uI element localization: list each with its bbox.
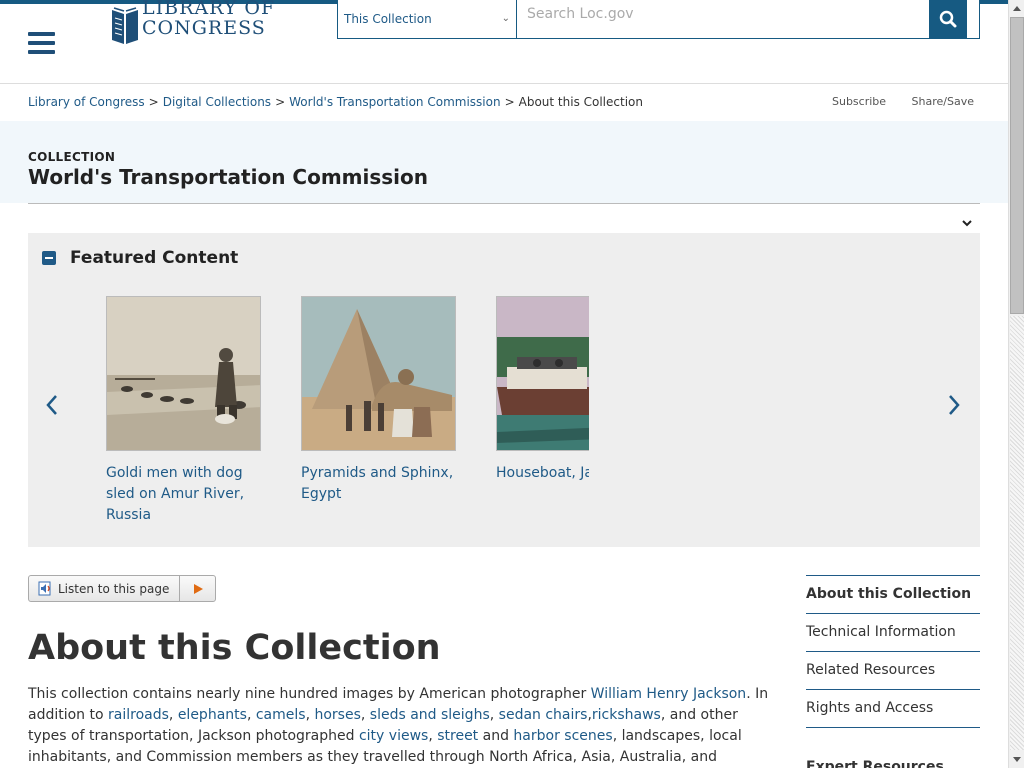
chevron-down-icon: ⌄: [501, 13, 510, 24]
search-input[interactable]: [518, 0, 930, 38]
menu-icon[interactable]: [28, 32, 55, 54]
chevron-down-icon[interactable]: [960, 216, 974, 230]
featured-card[interactable]: Goldi men with dog sled on Amur River, R…: [106, 296, 266, 526]
collection-title: World's Transportation Commission: [28, 165, 428, 189]
scrollbar-track[interactable]: [1010, 316, 1024, 750]
collection-description: This collection contains nearly nine hun…: [28, 684, 780, 768]
pyramids-photo[interactable]: [301, 296, 456, 451]
desc-text: ,: [246, 707, 256, 723]
link-elephants[interactable]: elephants: [178, 707, 247, 723]
subscribe-link[interactable]: Subscribe: [832, 95, 886, 108]
speaker-icon: [38, 581, 51, 596]
featured-caption[interactable]: Houseboat, Ja: [496, 463, 589, 484]
featured-content-title: Featured Content: [70, 248, 239, 268]
breadcrumb-current: About this Collection: [518, 95, 643, 109]
carousel-prev-icon[interactable]: [44, 393, 60, 417]
book-logo-icon: [112, 7, 138, 44]
desc-text: ,: [489, 707, 499, 723]
featured-card[interactable]: Pyramids and Sphinx, Egypt: [301, 296, 461, 505]
desc-text: and: [478, 728, 514, 744]
breadcrumb-separator: >: [275, 95, 286, 109]
library-logo[interactable]: LIBRARY OF CONGRESS: [110, 0, 285, 44]
scroll-down-arrow-icon[interactable]: [1009, 752, 1024, 768]
sidebar-item-related-resources[interactable]: Related Resources: [806, 651, 980, 689]
page-title: About this Collection: [28, 628, 441, 668]
link-city-views[interactable]: city views: [359, 728, 428, 744]
link-sedan-chairs[interactable]: sedan chairs: [499, 707, 588, 723]
vertical-scrollbar[interactable]: [1008, 0, 1024, 768]
breadcrumb-separator: >: [148, 95, 159, 109]
link-william-henry-jackson[interactable]: William Henry Jackson: [591, 686, 747, 702]
scrollbar-thumb[interactable]: [1010, 17, 1024, 314]
link-sleds-and-sleighs[interactable]: sleds and sleighs: [370, 707, 490, 723]
featured-content-panel: Featured Content Goldi men with dog sled…: [28, 233, 980, 547]
search-icon: [939, 10, 957, 27]
scroll-up-arrow-icon[interactable]: [1009, 0, 1024, 16]
sidebar-item-technical-information[interactable]: Technical Information: [806, 613, 980, 651]
logo-text: LIBRARY OF CONGRESS: [142, 0, 275, 38]
breadcrumb-link-home[interactable]: Library of Congress: [28, 95, 145, 109]
search-scope-select[interactable]: This Collection ⌄: [338, 0, 517, 38]
carousel-next-icon[interactable]: [946, 393, 962, 417]
collection-banner: COLLECTION World's Transportation Commis…: [0, 121, 1008, 203]
houseboat-photo[interactable]: [496, 296, 589, 451]
link-camels[interactable]: camels: [256, 707, 306, 723]
breadcrumb-link-digital-collections[interactable]: Digital Collections: [163, 95, 271, 109]
featured-caption[interactable]: Pyramids and Sphinx, Egypt: [301, 463, 461, 505]
link-railroads[interactable]: railroads: [108, 707, 169, 723]
listen-button[interactable]: Listen to this page: [28, 575, 217, 602]
link-rickshaws[interactable]: rickshaws: [592, 707, 661, 723]
utility-links: Subscribe Share/Save: [810, 95, 974, 108]
breadcrumb-link-collection[interactable]: World's Transportation Commission: [289, 95, 500, 109]
sidebar-divider: [806, 727, 980, 728]
sidebar-item-rights-and-access[interactable]: Rights and Access: [806, 689, 980, 727]
featured-caption[interactable]: Goldi men with dog sled on Amur River, R…: [106, 463, 266, 526]
logo-line2: CONGRESS: [142, 17, 266, 39]
page: LIBRARY OF CONGRESS This Collection ⌄ Li…: [0, 0, 1008, 768]
dog-sled-photo[interactable]: [106, 296, 261, 451]
sidebar-item-about[interactable]: About this Collection: [806, 575, 980, 613]
link-horses[interactable]: horses: [314, 707, 360, 723]
desc-text: ,: [168, 707, 178, 723]
search-scope-value: This Collection: [344, 12, 432, 26]
listen-label: Listen to this page: [58, 581, 170, 596]
desc-text: ,: [428, 728, 438, 744]
desc-text: ,: [360, 707, 370, 723]
share-save-link[interactable]: Share/Save: [912, 95, 974, 108]
collection-kicker: COLLECTION: [28, 150, 116, 164]
search-button[interactable]: [929, 0, 967, 38]
desc-text: This collection contains nearly nine hun…: [28, 686, 591, 702]
breadcrumb-separator: >: [504, 95, 515, 109]
sidebar-nav: About this Collection Technical Informat…: [806, 575, 980, 728]
link-harbor-scenes[interactable]: harbor scenes: [513, 728, 612, 744]
banner-divider: [28, 203, 980, 204]
logo-line1: LIBRARY OF: [142, 0, 276, 19]
play-icon: [193, 583, 203, 594]
featured-card[interactable]: Houseboat, Ja: [496, 296, 589, 484]
search-bar: This Collection ⌄: [337, 0, 980, 39]
collapse-minus-icon[interactable]: [42, 251, 56, 265]
link-street[interactable]: street: [437, 728, 478, 744]
breadcrumb: Library of Congress > Digital Collections >…: [28, 95, 643, 109]
sidebar-heading-expert-resources: Expert Resources: [806, 759, 944, 768]
featured-carousel: Goldi men with dog sled on Amur River, R…: [106, 296, 589, 536]
play-button[interactable]: [179, 576, 215, 601]
